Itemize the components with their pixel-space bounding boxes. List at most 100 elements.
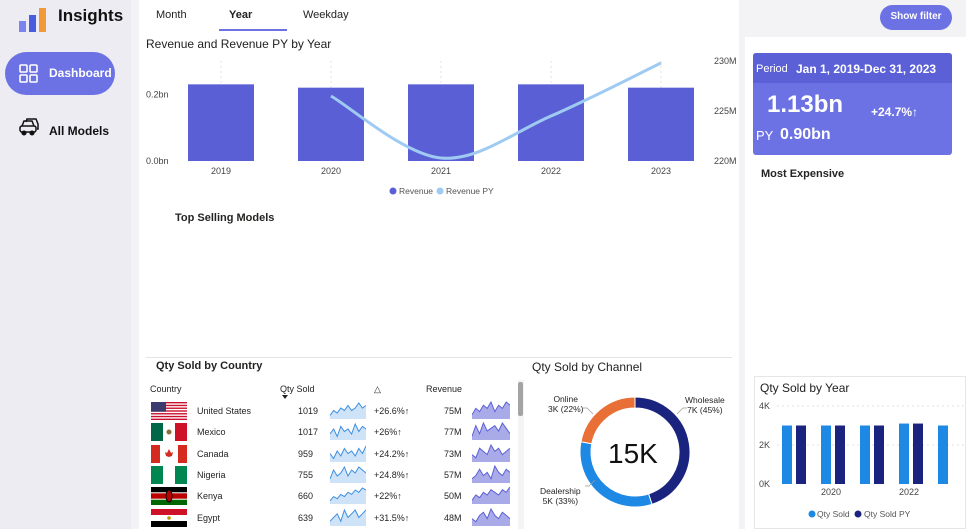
change-value: +26.6%↑ [374, 406, 409, 416]
qty-value: 959 [298, 448, 314, 459]
column-header-qty-sold[interactable]: Qty Sold [280, 384, 315, 394]
qty-year-chart[interactable]: 0K 2K 4K 2020 2022 Qty Sold Qty Sold PY [754, 395, 966, 529]
flag-us-icon [151, 402, 187, 420]
channel-chart-title: Qty Sold by Channel [532, 360, 643, 374]
donut-label-dealership: Dealership 5K (33%) [540, 486, 581, 506]
country-name: Mexico [197, 427, 226, 438]
qty-sparkline [330, 402, 366, 419]
arrow-up-icon: ↑ [912, 105, 919, 119]
flag-ng-icon [151, 465, 187, 484]
legend-marker-qty-sold [808, 510, 816, 518]
legend-label: Qty Sold [817, 509, 850, 519]
qty-sparkline [330, 508, 366, 526]
country-name: Canada [197, 448, 229, 459]
flag-mx-icon [151, 423, 187, 442]
revenue-bar [628, 87, 694, 161]
sort-descending-icon[interactable] [282, 395, 288, 399]
qty-sparkline [330, 465, 366, 483]
kpi-change: +24.7%↑ [871, 105, 918, 119]
legend-label: Qty Sold PY [864, 509, 911, 519]
y-left-tick-label: 0.0bn [146, 156, 169, 166]
revenue-value: 57M [444, 469, 462, 480]
donut-label-name: Online [553, 394, 579, 404]
column-header-revenue[interactable]: Revenue [426, 384, 462, 394]
revenue-value: 73M [444, 448, 462, 459]
table-row[interactable]: Canada 959 +24.2%↑ 73M [146, 443, 518, 464]
py-label: PY [756, 128, 774, 143]
nav-item-all-models[interactable]: All Models [5, 113, 125, 147]
x-tick-label: 2019 [211, 166, 231, 176]
donut-label-name: Wholesale [685, 395, 725, 405]
y-tick-label: 4K [759, 401, 770, 411]
change-value: +26%↑ [374, 427, 402, 437]
py-value: 0.90bn [780, 126, 831, 143]
tab-year[interactable]: Year [229, 9, 252, 21]
change-value: +24.8%↑ [374, 470, 409, 480]
period-label: Period [756, 63, 788, 75]
column-header-change[interactable]: △ [374, 384, 381, 395]
change-number: +24.2% [374, 448, 405, 459]
period-value: Jan 1, 2019-Dec 31, 2023 [796, 62, 937, 76]
country-table-title: Qty Sold by Country [156, 360, 263, 372]
change-number: +24.8% [374, 469, 405, 480]
table-row[interactable]: Nigeria 755 +24.8%↑ 57M [146, 464, 518, 485]
top-selling-title: Top Selling Models [175, 212, 275, 224]
qty-value: 1017 [298, 427, 319, 438]
donut-label-value: 5K [542, 496, 553, 506]
app-title: Insights [58, 6, 124, 25]
qty-sold-bar [821, 425, 831, 484]
y-tick-label: 2K [759, 440, 770, 450]
legend-label: Revenue PY [446, 186, 494, 196]
flag-eg-icon [151, 508, 187, 527]
table-row[interactable]: Mexico 1017 +26%↑ 77M [146, 421, 518, 442]
revenue-chart[interactable]: 0.0bn 0.2bn 220M 225M 230M 2019 2020 2021 2022 20… [139, 50, 739, 202]
x-tick-label: 2023 [651, 166, 671, 176]
country-name: Kenya [197, 491, 223, 502]
kpi-change-value: +24.7% [871, 105, 913, 119]
legend-label: Revenue [399, 186, 433, 196]
y-right-tick-label: 220M [714, 156, 737, 166]
revenue-value: 77M [444, 427, 462, 438]
show-filter-button[interactable]: Show filter [880, 5, 952, 30]
arrow-up-icon: ↑ [404, 469, 410, 480]
revenue-bar [298, 87, 364, 161]
x-tick-label: 2022 [541, 166, 561, 176]
qty-sold-bar [899, 423, 909, 484]
revenue-value: 48M [444, 512, 462, 523]
flag-ke-icon [151, 487, 187, 506]
qty-sold-bar [782, 425, 792, 484]
kpi-revenue-value: 1.13bn [767, 91, 844, 118]
x-tick-label: 2020 [321, 166, 341, 176]
qty-value: 1019 [298, 406, 319, 416]
table-row[interactable]: United States 1019 +26.6%↑ 75M [146, 400, 518, 421]
donut-label-name: Dealership [540, 486, 581, 496]
table-row[interactable]: Kenya 660 +22%↑ 50M [146, 485, 518, 506]
change-value: +22%↑ [374, 491, 402, 501]
cars-icon [19, 118, 39, 136]
tab-weekday[interactable]: Weekday [303, 9, 349, 21]
tab-selected-indicator [219, 29, 287, 31]
qty-sparkline [330, 423, 366, 441]
tab-month[interactable]: Month [156, 9, 187, 21]
change-number: +26% [374, 427, 398, 438]
qty-sold-py-bar [835, 425, 845, 484]
y-tick-label: 0K [759, 479, 770, 489]
bar-chart-logo-icon [19, 8, 46, 32]
table-row[interactable]: Egypt 639 +31.5%↑ 48M [146, 507, 518, 528]
country-name: United States [197, 406, 252, 416]
column-header-country[interactable]: Country [150, 384, 182, 394]
qty-sold-py-bar [796, 425, 806, 484]
qty-sold-bar [860, 425, 870, 484]
revenue-value: 50M [444, 491, 462, 502]
table-scroll-thumb[interactable] [518, 382, 523, 416]
revenue-sparkline [472, 422, 510, 441]
nav-item-dashboard[interactable]: Dashboard [5, 52, 115, 95]
revenue-py-line [330, 61, 662, 160]
kpi-card: Period Jan 1, 2019-Dec 31, 2023 1.13bn +… [753, 53, 952, 155]
y-right-tick-label: 230M [714, 56, 737, 66]
x-tick-label: 2021 [431, 166, 451, 176]
qty-year-chart-title: Qty Sold by Year [760, 381, 850, 395]
donut-label-percent: 33% [558, 496, 576, 506]
revenue-bar [188, 84, 254, 161]
revenue-sparkline [472, 401, 510, 419]
